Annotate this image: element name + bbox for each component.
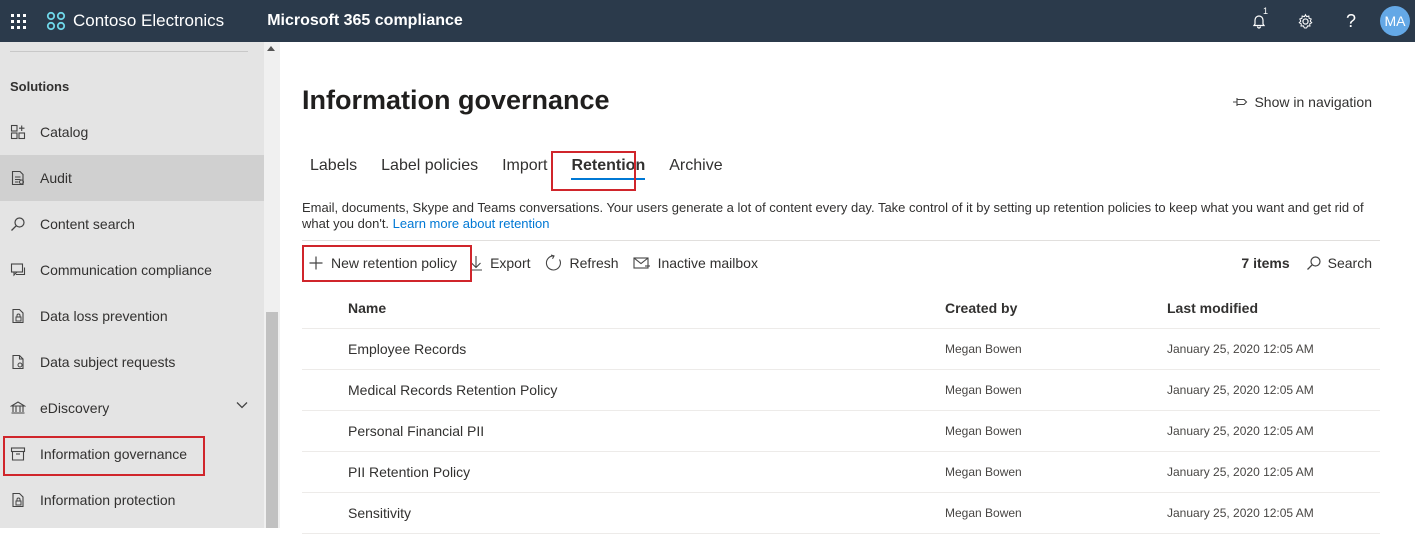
column-header-created-by[interactable]: Created by [945, 300, 1167, 316]
scroll-thumb[interactable] [266, 312, 278, 528]
cell-created-by: Megan Bowen [945, 465, 1022, 479]
sidebar-item-label: Data loss prevention [40, 308, 168, 324]
sidebar-item-ediscovery[interactable]: eDiscovery [0, 385, 264, 431]
ediscovery-icon [10, 400, 26, 416]
cell-last-modified: January 25, 2020 12:05 AM [1167, 465, 1314, 479]
cell-last-modified: January 25, 2020 12:05 AM [1167, 424, 1314, 438]
toolbar-right: 7 items Search [1241, 248, 1372, 278]
search-button[interactable]: Search [1306, 255, 1372, 271]
sidebar-item-communication-compliance[interactable]: Communication compliance [0, 247, 264, 293]
cell-created-by: Megan Bowen [945, 383, 1022, 397]
cell-created-by: Megan Bowen [945, 506, 1022, 520]
show-in-navigation-button[interactable]: Show in navigation [1232, 94, 1372, 110]
sidebar-item-data-subject-requests[interactable]: Data subject requests [0, 339, 264, 385]
cell-name: Employee Records [348, 341, 467, 357]
app-title[interactable]: Microsoft 365 compliance [267, 12, 463, 30]
help-icon: ? [1345, 10, 1356, 31]
highlight-box [302, 245, 472, 282]
scroll-up-arrow-icon[interactable] [267, 46, 275, 51]
tab-archive[interactable]: Archive [661, 150, 730, 182]
sidebar-item-content-search[interactable]: Content search [0, 201, 264, 247]
sidebar-item-label: Data subject requests [40, 354, 176, 370]
catalog-icon [10, 124, 26, 140]
tab-bar: Labels Label policies Import Retention A… [302, 150, 739, 182]
sidebar-item-audit[interactable]: Audit [0, 155, 264, 201]
divider [302, 240, 1380, 241]
cell-last-modified: January 25, 2020 12:05 AM [1167, 383, 1314, 397]
chat-icon [10, 262, 26, 278]
cell-name: Medical Records Retention Policy [348, 382, 558, 398]
help-button[interactable]: ? [1328, 0, 1374, 42]
table-row[interactable]: Medical Records Retention Policy Megan B… [302, 370, 1380, 411]
avatar[interactable]: MA [1380, 6, 1410, 36]
sidebar-item-label: eDiscovery [40, 400, 110, 416]
highlight-box [551, 151, 636, 191]
search-icon [10, 216, 26, 232]
search-icon [1306, 256, 1321, 270]
sidebar-item-label: Information protection [40, 492, 176, 508]
sidebar-item-label: Content search [40, 216, 135, 232]
cell-last-modified: January 25, 2020 12:05 AM [1167, 342, 1314, 356]
page-title: Information governance [302, 85, 610, 115]
refresh-button[interactable]: Refresh [545, 254, 619, 272]
mailbox-icon [633, 257, 650, 269]
inactive-mailbox-button[interactable]: Inactive mailbox [633, 255, 758, 271]
lock-doc-icon [10, 492, 26, 508]
pin-icon [1233, 98, 1248, 106]
description: Email, documents, Skype and Teams conver… [302, 200, 1382, 232]
column-header-name[interactable]: Name [302, 300, 945, 316]
sidebar-item-information-protection[interactable]: Information protection [0, 477, 264, 523]
cell-last-modified: January 25, 2020 12:05 AM [1167, 506, 1314, 520]
column-header-last-modified[interactable]: Last modified [1167, 300, 1380, 316]
export-label: Export [490, 255, 531, 271]
cell-name: Personal Financial PII [348, 423, 485, 439]
cell-created-by: Megan Bowen [945, 424, 1022, 438]
refresh-label: Refresh [569, 255, 619, 271]
tab-import[interactable]: Import [494, 150, 555, 182]
cell-name: PII Retention Policy [348, 464, 471, 480]
inactive-mailbox-label: Inactive mailbox [657, 255, 758, 271]
tab-labels[interactable]: Labels [302, 150, 365, 182]
settings-button[interactable] [1282, 0, 1328, 42]
highlight-box [3, 436, 205, 476]
sidebar: Solutions Catalog Audit Content search C… [0, 42, 264, 528]
notification-badge: 1 [1262, 6, 1268, 16]
sidebar-heading: Solutions [10, 79, 70, 94]
notifications-button[interactable]: 1 [1236, 0, 1282, 42]
chevron-down-icon[interactable] [236, 401, 248, 409]
main-content: Information governance Show in navigatio… [280, 42, 1415, 534]
audit-icon [10, 170, 26, 186]
tab-label-policies[interactable]: Label policies [373, 150, 486, 182]
table-row[interactable]: Employee Records Megan Bowen January 25,… [302, 329, 1380, 370]
cell-name: Sensitivity [348, 505, 412, 521]
table-row[interactable]: PII Retention Policy Megan Bowen January… [302, 452, 1380, 493]
cell-created-by: Megan Bowen [945, 342, 1022, 356]
retention-policies-table: Name Created by Last modified Employee R… [302, 287, 1380, 534]
brand-name: Contoso Electronics [73, 11, 225, 30]
show-in-navigation-label: Show in navigation [1254, 94, 1372, 110]
sidebar-divider [10, 51, 248, 52]
item-count: 7 items [1241, 255, 1290, 271]
brand[interactable]: Contoso Electronics [46, 11, 224, 31]
table-row[interactable]: Personal Financial PII Megan Bowen Janua… [302, 411, 1380, 452]
sidebar-scrollbar[interactable] [264, 42, 280, 528]
doc-icon [10, 354, 26, 370]
lock-doc-icon [10, 308, 26, 324]
refresh-icon [545, 254, 561, 271]
sidebar-item-catalog[interactable]: Catalog [0, 109, 264, 155]
export-button[interactable]: Export [469, 255, 531, 271]
sidebar-item-label: Communication compliance [40, 262, 212, 278]
sidebar-item-label: Audit [40, 170, 72, 186]
sidebar-item-data-loss-prevention[interactable]: Data loss prevention [0, 293, 264, 339]
top-bar: Contoso Electronics Microsoft 365 compli… [0, 0, 1415, 42]
gear-icon [1297, 13, 1313, 28]
learn-more-link[interactable]: Learn more about retention [393, 216, 550, 231]
search-label: Search [1327, 255, 1372, 271]
table-header: Name Created by Last modified [302, 287, 1380, 329]
app-launcher-icon[interactable] [0, 0, 36, 42]
sidebar-item-label: Catalog [40, 124, 89, 140]
contoso-logo-icon [46, 11, 66, 31]
